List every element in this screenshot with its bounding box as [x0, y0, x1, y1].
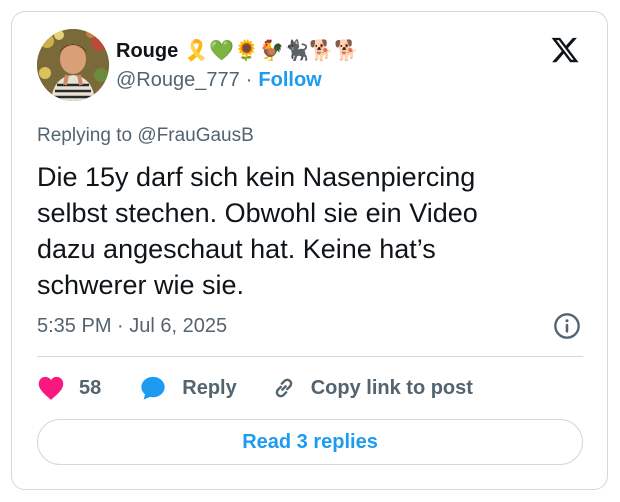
author-name-row: Rouge 🎗️ 💚 🌻 🐓 🐈‍⬛ 🐕 🐕 — [116, 36, 360, 66]
green-heart-icon: 💚 — [209, 40, 235, 62]
heart-icon — [38, 376, 64, 400]
black-cat-icon: 🐈‍⬛ — [284, 40, 310, 62]
tweet-text: Die 15y darf sich kein Nasenpiercing sel… — [37, 162, 478, 300]
dog-icon: 🐕 — [309, 40, 335, 62]
dog-icon: 🐕 — [334, 40, 360, 62]
author-display-name[interactable]: Rouge — [116, 40, 178, 63]
tweet-timestamp[interactable]: 5:35 PM · Jul 6, 2025 — [37, 315, 227, 338]
author-handle[interactable]: @Rouge_777 — [116, 69, 240, 92]
reply-label: Reply — [182, 376, 237, 399]
replying-to-mention[interactable]: @FrauGausB — [137, 125, 253, 146]
divider — [37, 356, 583, 357]
like-button[interactable]: 58 — [37, 375, 101, 401]
read-replies-label: Read 3 replies — [242, 430, 378, 453]
awareness-ribbon-icon: 🎗️ — [184, 40, 210, 62]
author-avatar[interactable] — [37, 29, 109, 101]
rooster-icon: 🐓 — [259, 40, 285, 62]
sunflower-icon: 🌻 — [234, 40, 260, 62]
follow-button[interactable]: Follow — [258, 69, 321, 92]
copy-link-label: Copy link to post — [310, 376, 473, 399]
copy-link-button[interactable]: Copy link to post — [271, 375, 473, 401]
separator-dot: · — [245, 69, 253, 91]
reply-bubble-icon — [141, 376, 165, 400]
info-icon[interactable] — [553, 312, 581, 340]
replying-to-prefix: Replying to — [37, 125, 138, 146]
avatar-image — [37, 29, 109, 101]
author-handle-row: @Rouge_777 · Follow — [116, 69, 322, 92]
author-emoji-row: 🎗️ 💚 🌻 🐓 🐈‍⬛ 🐕 🐕 — [184, 39, 360, 63]
link-icon — [275, 378, 292, 398]
x-logo-icon[interactable] — [550, 35, 580, 65]
read-replies-button[interactable]: Read 3 replies — [37, 419, 583, 465]
like-count: 58 — [79, 376, 102, 399]
replying-to-line: Replying to @FrauGausB — [37, 125, 254, 147]
reply-button[interactable]: Reply — [139, 374, 237, 402]
action-bar: 58 Reply Copy link to post — [37, 372, 473, 404]
